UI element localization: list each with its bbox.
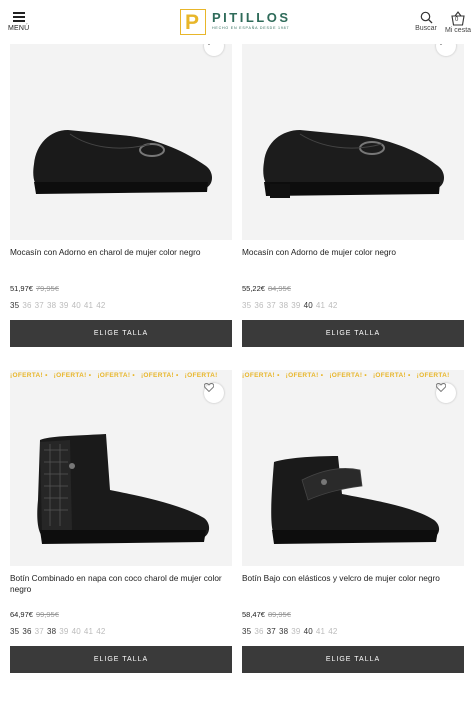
size-option[interactable]: 42	[328, 301, 337, 310]
heart-icon	[436, 383, 446, 392]
size-option[interactable]: 37	[267, 627, 276, 636]
size-option[interactable]: 40	[304, 301, 313, 310]
favorite-button[interactable]	[436, 383, 456, 403]
search-label: Buscar	[415, 25, 437, 32]
size-option[interactable]: 41	[316, 627, 325, 636]
size-option[interactable]: 39	[291, 301, 300, 310]
ankle-boot-image	[37, 434, 210, 544]
ankle-boot-image	[271, 456, 440, 544]
product-card[interactable]: Mocasín con Adorno en charol de mujer co…	[10, 44, 232, 347]
size-list: 35 36 37 38 39 40 41 42	[242, 301, 464, 313]
size-option[interactable]: 40	[72, 627, 81, 636]
size-option[interactable]: 35	[242, 301, 251, 310]
size-option[interactable]: 39	[59, 301, 68, 310]
promo-label: ¡OFERTA!	[416, 372, 450, 379]
choose-size-button[interactable]: ELIGE TALLA	[10, 320, 232, 347]
product-title[interactable]: Mocasín con Adorno en charol de mujer co…	[10, 247, 232, 271]
size-option[interactable]: 41	[84, 301, 93, 310]
favorite-button[interactable]	[204, 383, 224, 403]
size-option[interactable]: 40	[304, 627, 313, 636]
size-list: 35 36 37 38 39 40 41 42	[242, 627, 464, 639]
size-option[interactable]: 37	[35, 627, 44, 636]
size-option[interactable]: 40	[72, 301, 81, 310]
size-option[interactable]: 39	[291, 627, 300, 636]
product-price: 51,97€ 79,95€	[10, 284, 59, 293]
brand-logo[interactable]: P PITILLOS HECHO EN ESPAÑA DESDE 1987	[180, 9, 296, 35]
hamburger-icon	[13, 12, 25, 22]
product-image[interactable]	[10, 44, 232, 240]
logo-text: PITILLOS	[212, 10, 291, 25]
product-price: 58,47€ 89,95€	[242, 610, 291, 619]
product-price: 55,22€ 84,95€	[242, 284, 291, 293]
size-option[interactable]: 38	[279, 301, 288, 310]
size-option[interactable]: 38	[47, 301, 56, 310]
heart-icon	[207, 44, 211, 45]
product-card[interactable]: ¡OFERTA! • ¡OFERTA! • ¡OFERTA! • ¡OFERTA! •…	[10, 370, 232, 673]
choose-size-button[interactable]: ELIGE TALLA	[242, 646, 464, 673]
heart-icon	[439, 44, 443, 45]
cart-count: 0	[455, 17, 459, 23]
size-option[interactable]: 37	[267, 301, 276, 310]
size-option[interactable]: 38	[279, 627, 288, 636]
product-title[interactable]: Botín Bajo con elásticos y velcro de muj…	[242, 573, 464, 597]
cart-button[interactable]: 0 Mi cesta	[443, 11, 473, 39]
size-option[interactable]: 36	[22, 627, 31, 636]
product-image[interactable]: ¡OFERTA! • ¡OFERTA! • ¡OFERTA! • ¡OFERTA! •…	[10, 370, 232, 566]
promo-label: ¡OFERTA! •	[329, 372, 367, 379]
search-icon	[420, 11, 432, 24]
product-image[interactable]	[242, 44, 464, 240]
size-list: 35 36 37 38 39 40 41 42	[10, 627, 232, 639]
size-option[interactable]: 42	[96, 301, 105, 310]
promo-ribbon: ¡OFERTA! • ¡OFERTA! • ¡OFERTA! • ¡OFERTA! •…	[242, 372, 464, 384]
size-option[interactable]: 41	[316, 301, 325, 310]
product-card[interactable]: Mocasín con Adorno de mujer color negro …	[242, 44, 464, 347]
product-card[interactable]: ¡OFERTA! • ¡OFERTA! • ¡OFERTA! • ¡OFERTA! •…	[242, 370, 464, 673]
product-image[interactable]: ¡OFERTA! • ¡OFERTA! • ¡OFERTA! • ¡OFERTA! •…	[242, 370, 464, 566]
promo-label: ¡OFERTA! •	[140, 372, 179, 379]
size-option[interactable]: 35	[10, 301, 19, 310]
search-button[interactable]: Buscar	[413, 11, 439, 37]
product-title[interactable]: Mocasín con Adorno de mujer color negro	[242, 247, 464, 271]
promo-label: ¡OFERTA! •	[97, 372, 135, 379]
site-header: MENÚ P PITILLOS HECHO EN ESPAÑA DESDE 19…	[0, 0, 475, 44]
size-option[interactable]: 35	[10, 627, 19, 636]
promo-label: ¡OFERTA!	[184, 372, 218, 379]
heart-icon	[204, 383, 214, 392]
choose-size-button[interactable]: ELIGE TALLA	[10, 646, 232, 673]
size-option[interactable]: 37	[35, 301, 44, 310]
product-price: 64,97€ 99,95€	[10, 610, 59, 619]
size-option[interactable]: 42	[328, 627, 337, 636]
promo-label: ¡OFERTA! •	[285, 372, 324, 379]
loafer-image	[263, 130, 444, 198]
size-option[interactable]: 36	[22, 301, 31, 310]
product-title[interactable]: Botín Combinado en napa con coco charol …	[10, 573, 232, 597]
choose-size-button[interactable]: ELIGE TALLA	[242, 320, 464, 347]
size-option[interactable]: 42	[96, 627, 105, 636]
promo-label: ¡OFERTA! •	[53, 372, 92, 379]
size-option[interactable]: 38	[47, 627, 56, 636]
size-option[interactable]: 35	[242, 627, 251, 636]
size-option[interactable]: 39	[59, 627, 68, 636]
logo-tagline: HECHO EN ESPAÑA DESDE 1987	[212, 26, 290, 30]
size-option[interactable]: 36	[254, 627, 263, 636]
promo-label: ¡OFERTA! •	[372, 372, 411, 379]
logo-mark: P	[180, 9, 206, 35]
size-option[interactable]: 41	[84, 627, 93, 636]
promo-label: ¡OFERTA! •	[10, 372, 48, 379]
loafer-image	[33, 130, 212, 194]
promo-ribbon: ¡OFERTA! • ¡OFERTA! • ¡OFERTA! • ¡OFERTA! •…	[10, 372, 232, 384]
cart-label: Mi cesta	[444, 27, 472, 34]
size-list: 35 36 37 38 39 40 41 42	[10, 301, 232, 313]
size-option[interactable]: 36	[254, 301, 263, 310]
menu-label[interactable]: MENÚ	[8, 25, 29, 32]
promo-label: ¡OFERTA! •	[242, 372, 280, 379]
